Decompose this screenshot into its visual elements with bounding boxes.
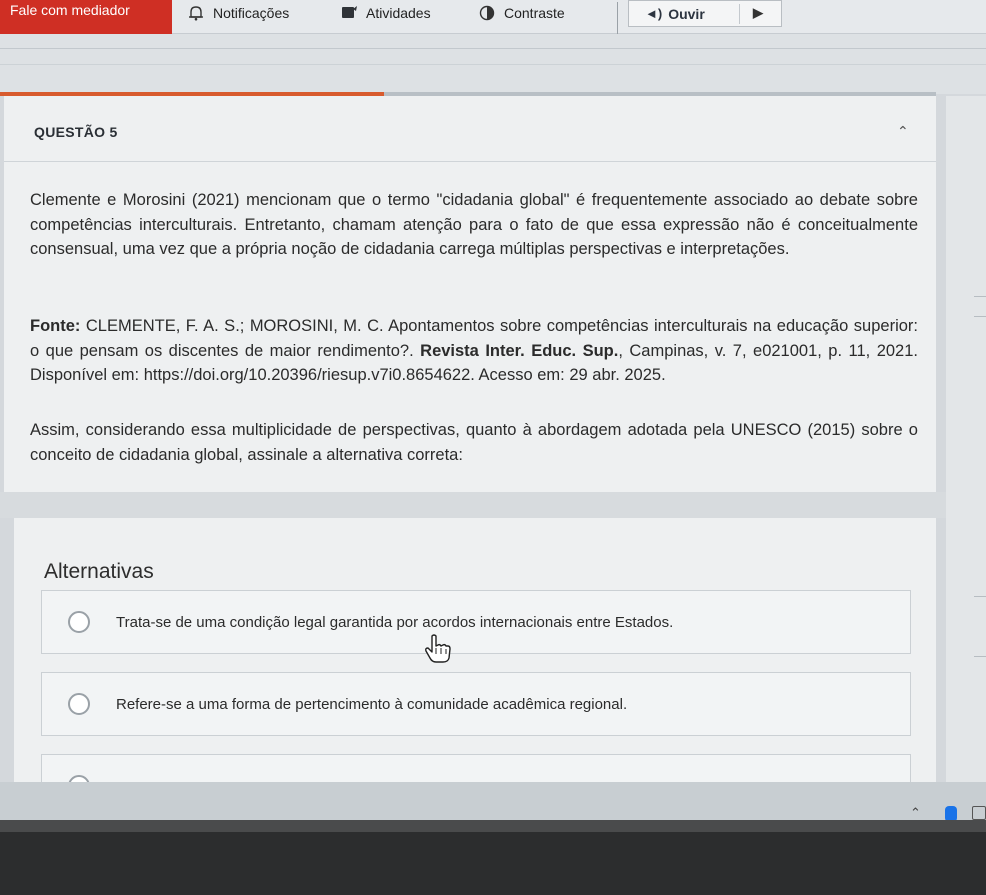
radio-button[interactable] [68,611,90,633]
scrollbar-area[interactable] [946,96,986,808]
scroll-tick [974,296,986,297]
chevron-up-icon[interactable]: ⌃ [910,806,921,821]
top-toolbar: Fale com mediador Notificações Atividade… [0,0,986,40]
speaker-icon: ◄) [645,6,663,21]
monitor-bezel [0,832,986,895]
question-card: QUESTÃO 5 ⌃ Clemente e Morosini (2021) m… [4,96,936,492]
notifications-label: Notificações [213,5,290,21]
notifications-button[interactable]: Notificações [187,2,289,24]
question-command: Assim, considerando essa multiplicidade … [30,421,918,464]
tablet-icon [342,6,357,18]
bell-icon [189,6,203,21]
play-icon[interactable]: ▶ [753,5,763,21]
divider [4,161,936,162]
header-line [0,48,986,49]
alternative-option[interactable]: Trata-se de uma condição legal garantida… [41,590,911,654]
scroll-tick [974,316,986,317]
radio-button[interactable] [68,693,90,715]
listen-divider [739,4,740,24]
question-title: QUESTÃO 5 [34,124,118,140]
display-icon[interactable] [972,806,986,820]
source-journal: Revista Inter. Educ. Sup. [420,341,619,360]
activities-button[interactable]: Atividades [340,2,431,24]
scroll-tick [974,656,986,657]
alternatives-heading: Alternativas [44,560,154,583]
source-label: Fonte: [30,317,81,335]
question-statement: Clemente e Morosini (2021) mencionam que… [30,191,918,259]
header-line [0,64,986,65]
listen-label: Ouvir [668,5,705,22]
header-band [0,34,986,94]
contrast-label: Contraste [504,5,565,21]
alternative-option[interactable]: Refere-se a uma forma de pertencimento à… [41,672,911,736]
hand-cursor-icon [425,634,451,663]
contrast-icon [479,5,495,21]
chevron-up-icon[interactable]: ⌃ [897,124,909,140]
option-text: Refere-se a uma forma de pertencimento à… [116,695,628,713]
listen-button[interactable]: ◄) Ouvir ▶ [628,0,782,27]
contrast-toggle[interactable]: Contraste [478,2,565,24]
scroll-tick [974,596,986,597]
talk-to-mediator-button[interactable]: Fale com mediador [0,0,172,34]
alternatives-card: Alternativas Trata-se de uma condição le… [14,518,936,818]
option-text: Trata-se de uma condição legal garantida… [116,613,674,631]
system-tray: ⌃ [0,782,986,822]
section-gap [0,492,986,518]
question-source: Fonte: CLEMENTE, F. A. S.; MOROSINI, M. … [30,314,918,388]
activities-label: Atividades [366,5,431,21]
